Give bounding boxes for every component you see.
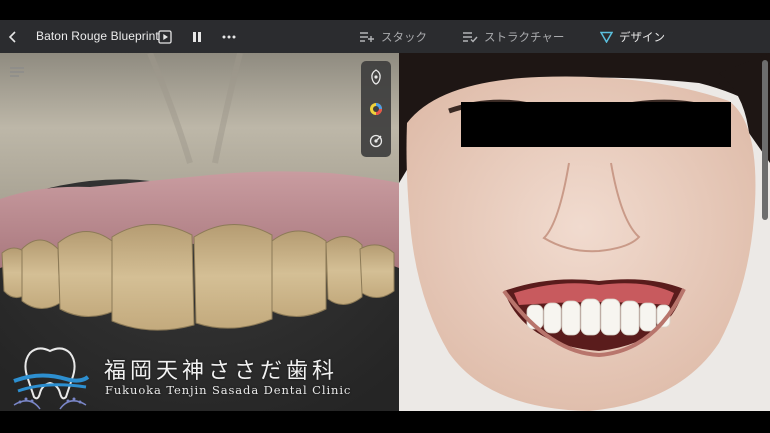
app-header: Baton Rouge Blueprint スタック ストラクチャー デザイン [0, 20, 770, 53]
top-letterbox [0, 0, 770, 20]
menu-lines-icon[interactable] [10, 65, 24, 77]
stack-list-add-icon [360, 31, 374, 42]
clinic-tooth-logo [13, 347, 90, 410]
project-title: Baton Rouge Blueprint [36, 29, 159, 43]
tab-structure[interactable]: ストラクチャー [463, 20, 564, 53]
tooth-pin-icon[interactable] [366, 67, 386, 87]
tab-stack[interactable]: スタック [360, 20, 427, 53]
photo-scrollbar[interactable] [762, 60, 768, 220]
pause-icon[interactable] [188, 28, 206, 46]
clinic-name-japanese: 福岡天神ささだ歯科 [104, 359, 339, 384]
bottom-letterbox [0, 411, 770, 433]
chevron-left-icon[interactable] [4, 20, 22, 53]
tab-design[interactable]: デザイン [600, 20, 665, 53]
tool-palette [361, 61, 391, 157]
privacy-censor-bar [461, 102, 731, 147]
play-square-icon[interactable] [156, 28, 174, 46]
structure-list-check-icon [463, 31, 478, 43]
patient-smile-photo [399, 53, 770, 411]
measure-target-icon[interactable] [366, 131, 386, 151]
tab-design-label: デザイン [619, 31, 665, 44]
color-palette-icon[interactable] [366, 99, 386, 119]
clinic-name-english: Fukuoka Tenjin Sasada Dental Clinic [105, 383, 352, 397]
design-triangle-icon [600, 31, 613, 43]
tab-structure-label: ストラクチャー [484, 31, 565, 44]
dental-model-viewport[interactable]: 福岡天神ささだ歯科 Fukuoka Tenjin Sasada Dental C… [0, 53, 399, 411]
more-horizontal-icon[interactable] [220, 28, 238, 46]
tab-stack-label: スタック [381, 31, 427, 44]
